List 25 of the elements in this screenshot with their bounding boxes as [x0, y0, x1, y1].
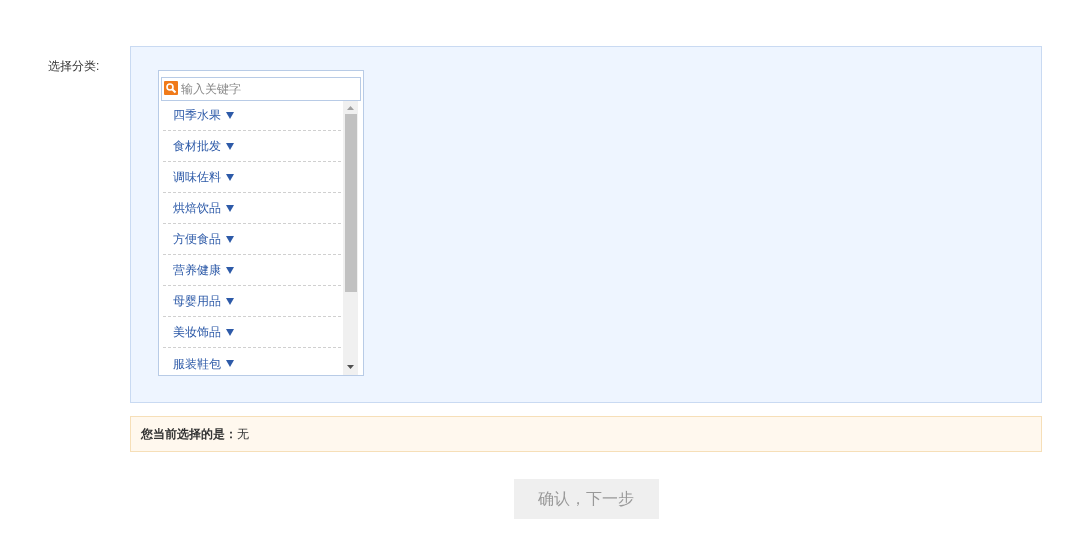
caret-icon[interactable]: [226, 297, 234, 305]
caret-icon[interactable]: [226, 204, 234, 212]
search-field[interactable]: 输入关键字: [161, 77, 361, 101]
category-item[interactable]: 服装鞋包: [173, 354, 221, 373]
category-item[interactable]: 方便食品: [173, 230, 221, 248]
caret-icon[interactable]: [226, 328, 234, 336]
scroll-down-icon[interactable]: [347, 365, 354, 369]
selection-status: 您当前选择的是：无: [141, 426, 249, 443]
scrollbar-thumb[interactable]: [344, 114, 357, 292]
category-item[interactable]: 营养健康: [173, 261, 221, 279]
caret-icon[interactable]: [226, 111, 234, 119]
category-item[interactable]: 调味佐料: [173, 168, 221, 186]
field-label: 选择分类:: [48, 59, 100, 73]
caret-icon[interactable]: [226, 173, 234, 181]
caret-icon[interactable]: [226, 266, 234, 274]
caret-icon[interactable]: [226, 235, 234, 243]
category-item[interactable]: 四季水果: [173, 106, 221, 124]
search-icon: [164, 81, 178, 95]
scrollbar[interactable]: [343, 100, 358, 375]
category-item[interactable]: 烘焙饮品: [173, 199, 221, 217]
category-item[interactable]: 美妆饰品: [173, 323, 221, 341]
caret-icon[interactable]: [226, 142, 234, 150]
category-item[interactable]: 食材批发: [173, 137, 221, 155]
category-item[interactable]: 母婴用品: [173, 292, 221, 310]
caret-icon[interactable]: [226, 360, 234, 367]
